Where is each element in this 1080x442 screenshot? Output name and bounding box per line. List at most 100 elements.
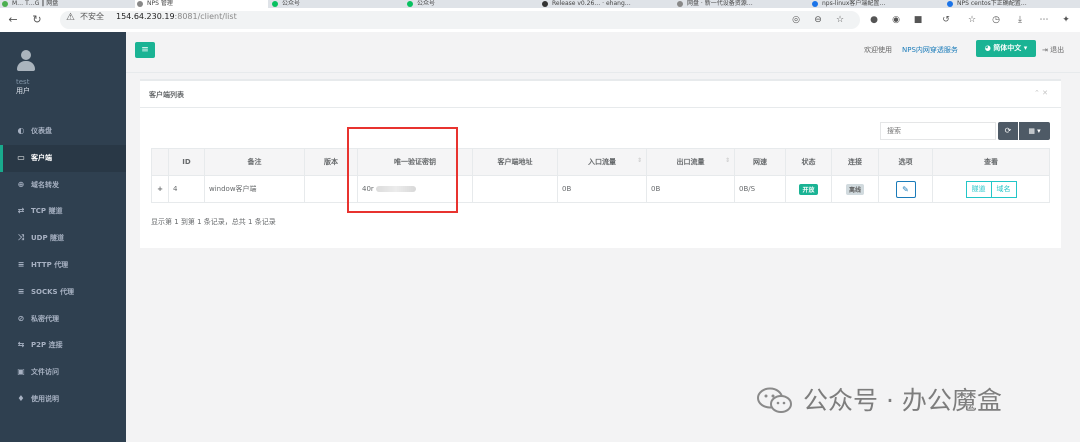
sidebar-item-4[interactable]: ⤨ UDP 隧道 <box>0 225 126 252</box>
column-header[interactable]: ID <box>168 148 205 176</box>
back-icon[interactable]: ← <box>6 13 20 27</box>
wechat-icon <box>757 387 792 413</box>
browser-tab[interactable]: nps-linux客户端配置… <box>810 0 943 8</box>
sidebar-item-3[interactable]: ⇄ TCP 隧道 <box>0 198 126 225</box>
sidebar-item-label: 客户端 <box>31 153 52 162</box>
desktop-icon: ▭ <box>17 152 25 162</box>
browser-tab[interactable]: 网盘 · 新一代设备资源… <box>675 0 808 8</box>
tab-favicon-icon <box>947 1 953 7</box>
panel-divider <box>140 107 1061 108</box>
expand-row-button[interactable]: + <box>151 175 169 203</box>
search-input[interactable] <box>880 122 996 140</box>
status-badge: 开放 <box>799 183 818 195</box>
refresh-icon[interactable]: ↺ <box>940 14 952 26</box>
welcome-text: 欢迎使用 <box>864 46 892 54</box>
extension-cookie-icon[interactable]: ● <box>868 14 880 26</box>
cell-address <box>472 175 558 203</box>
column-header[interactable]: 网速 <box>734 148 786 176</box>
sidebar-item-10[interactable]: ♦ 使用说明 <box>0 386 126 413</box>
browser-tab[interactable]: 公众号 <box>405 0 538 8</box>
username: test <box>16 78 30 86</box>
url-text[interactable]: 154.64.230.19:8081/client/list <box>116 12 237 22</box>
sidebar-menu: ◐ 仪表盘 ▭ 客户端 ⊕ 域名转发 ⇄ TCP 隧道 ⤨ UDP 隧道 ≡ HTTP 代理 ≡ SOCK… <box>0 118 126 413</box>
table-header-row: ID 备注 版本 唯一验证密钥 客户端地址 入口流量 ⇕ 出口流量 ⇕ 网速 状态 连接 选项 查看 <box>151 148 1050 176</box>
brand-link[interactable]: NPS内网穿透服务 <box>902 45 958 55</box>
logout-link[interactable]: ⇥ 退出 <box>1042 45 1064 55</box>
tab-favicon-icon <box>542 1 548 7</box>
client-list-panel: 客户端列表 ⌃ ✕ ⟳ ▦ ▾ ID备注版本唯一验证密钥客户端地址入口流量⇕出口… <box>140 79 1061 248</box>
table-row: + 4 window客户端 40r 0B 0B 0B/S 开放 离线 ✎ 隧道域… <box>151 175 1050 203</box>
logout-icon: ⇥ <box>1042 46 1051 54</box>
browser-tab[interactable]: 公众号 <box>270 0 403 8</box>
browser-toolbar: ← ↻ ⚠ 不安全 154.64.230.19:8081/client/list… <box>0 8 1080 33</box>
sidebar-item-2[interactable]: ⊕ 域名转发 <box>0 172 126 199</box>
globe-icon: ◕ <box>984 44 994 52</box>
translate-icon[interactable]: ◎ <box>790 14 802 26</box>
cell-status: 开放 <box>785 175 832 203</box>
refresh-icon: ⟳ <box>1004 126 1012 135</box>
shuffle-icon: ⤨ <box>17 233 25 243</box>
extension-c-icon[interactable]: ◉ <box>890 14 902 26</box>
tab-favicon-icon <box>407 1 413 7</box>
sidebar-item-8[interactable]: ⇆ P2P 连接 <box>0 332 126 359</box>
column-header[interactable]: 客户端地址 <box>472 148 558 176</box>
more-icon[interactable]: ⋯ <box>1038 14 1050 26</box>
sidebar-item-label: 私密代理 <box>31 314 59 323</box>
collapse-icon[interactable]: ⌃ <box>1034 89 1040 97</box>
downloads-icon[interactable]: ⤓ <box>1014 14 1026 26</box>
sidebar-item-label: P2P 连接 <box>31 341 63 350</box>
browser-tab[interactable]: Release v0.26… · ehang… <box>540 0 673 8</box>
view-domain-button[interactable]: 域名 <box>991 180 1017 198</box>
column-header[interactable]: 备注 <box>204 148 305 176</box>
tab-favicon-icon <box>677 1 683 7</box>
history-icon[interactable]: ◷ <box>990 14 1002 26</box>
cell-out-flow: 0B <box>646 175 735 203</box>
columns-button[interactable]: ▦ ▾ <box>1019 122 1050 140</box>
favorites-icon[interactable]: ☆ <box>966 14 978 26</box>
insecure-label: 不安全 <box>80 12 104 21</box>
column-header[interactable]: 查看 <box>932 148 1050 176</box>
cell-speed: 0B/S <box>734 175 786 203</box>
browser-tab[interactable]: NPS centos下正确配置… <box>945 0 1078 8</box>
watermark: 公众号 · 办公魔盒 <box>757 384 1057 418</box>
warning-icon: ⚠ <box>66 12 75 23</box>
sidebar-item-1[interactable]: ▭ 客户端 <box>0 144 126 172</box>
copilot-icon[interactable]: ✦ <box>1060 14 1072 26</box>
browser-tab[interactable]: M… T…G ‖ 网盘 <box>0 0 133 8</box>
sort-icon[interactable]: ⇕ <box>637 157 642 164</box>
refresh-button[interactable]: ⟳ <box>998 122 1018 140</box>
reload-icon[interactable]: ↻ <box>30 13 44 27</box>
column-header[interactable]: 状态 <box>785 148 832 176</box>
cell-connection: 离线 <box>831 175 879 203</box>
sidebar-item-label: 域名转发 <box>31 180 59 189</box>
language-button[interactable]: ◕ 简体中文 ▾ <box>976 40 1036 57</box>
sidebar-item-0[interactable]: ◐ 仪表盘 <box>0 118 126 145</box>
column-header[interactable] <box>151 148 169 176</box>
cell-options: ✎ <box>878 175 933 203</box>
highlight-box <box>347 127 458 213</box>
cell-view: 隧道 域名 <box>932 175 1050 203</box>
hamburger-icon: ≡ <box>141 45 149 55</box>
sidebar-item-7[interactable]: ⊘ 私密代理 <box>0 306 126 333</box>
column-header[interactable]: 出口流量 ⇕ <box>646 148 735 176</box>
sidebar-item-9[interactable]: ▣ 文件访问 <box>0 359 126 386</box>
column-header[interactable]: 连接 <box>831 148 879 176</box>
star-icon[interactable]: ☆ <box>834 14 846 26</box>
table-tools: ⟳ ▦ ▾ <box>998 122 1050 140</box>
zoom-icon[interactable]: ⊖ <box>812 14 824 26</box>
close-icon[interactable]: ✕ <box>1042 89 1048 97</box>
extension-red-icon[interactable]: ■ <box>912 14 924 26</box>
sort-icon[interactable]: ⇕ <box>725 157 730 164</box>
sidebar-item-6[interactable]: ≡ SOCKS 代理 <box>0 279 126 306</box>
sidebar-item-5[interactable]: ≡ HTTP 代理 <box>0 252 126 279</box>
browser-tab[interactable]: NPS 管理 <box>135 0 268 8</box>
view-tunnel-button[interactable]: 隧道 <box>965 180 992 198</box>
menu-toggle-button[interactable]: ≡ <box>135 42 155 58</box>
tab-favicon-icon <box>2 1 8 7</box>
server-icon: ≡ <box>17 259 25 269</box>
column-header[interactable]: 入口流量 ⇕ <box>557 148 647 176</box>
edit-button[interactable]: ✎ <box>895 180 916 198</box>
server-icon: ≡ <box>17 286 25 296</box>
cell-remark: window客户端 <box>204 175 305 203</box>
column-header[interactable]: 选项 <box>878 148 933 176</box>
